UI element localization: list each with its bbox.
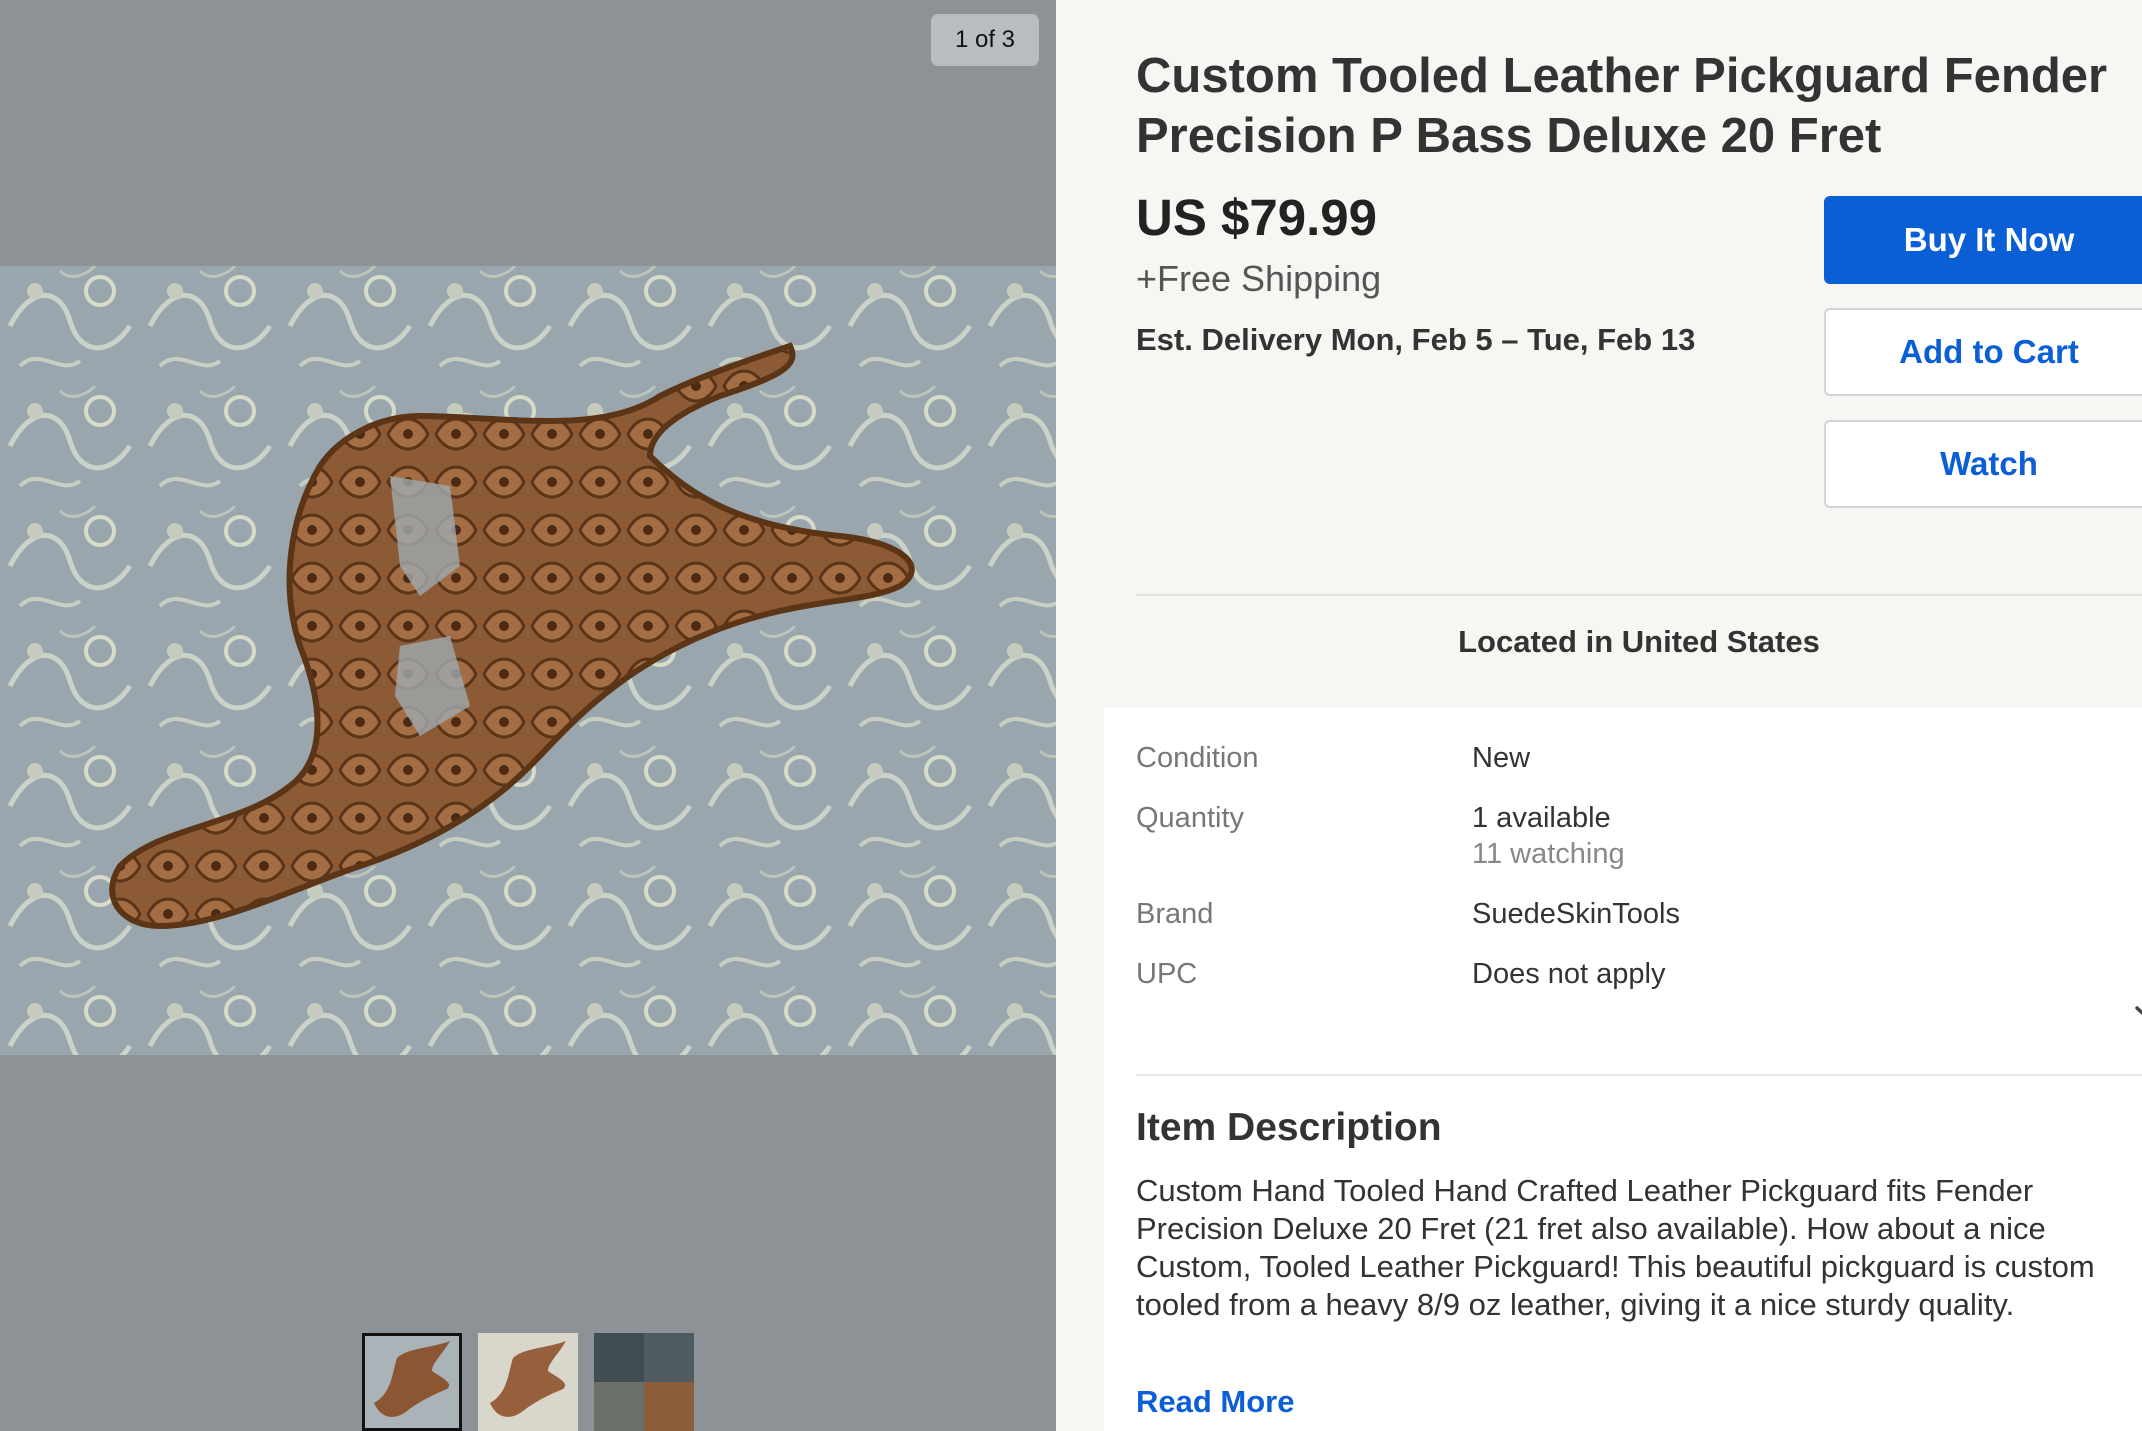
thumbnail-strip [362, 1333, 694, 1431]
image-gallery: 1 of 3 [0, 0, 1056, 1431]
item-location: Located in United States [1458, 624, 1820, 659]
chevron-down-icon[interactable] [2134, 1004, 2142, 1026]
listing-page: 1 of 3 Custom Tooled Leather Pickguard F… [0, 0, 2142, 1431]
thumbnail-3[interactable] [594, 1333, 694, 1431]
brand-value: SuedeSkinTools [1472, 898, 1680, 930]
shipping-info: +Free Shipping [1136, 258, 1382, 299]
brand-label: Brand [1136, 898, 1214, 930]
quantity-label: Quantity [1136, 802, 1244, 834]
buy-it-now-button[interactable]: Buy It Now [1824, 196, 2142, 284]
description-heading: Item Description [1136, 1106, 1442, 1149]
watching-count: 11 watching [1472, 838, 1625, 870]
image-counter: 1 of 3 [931, 14, 1039, 66]
main-product-photo[interactable] [0, 266, 1056, 1055]
upc-label: UPC [1136, 958, 1198, 990]
thumbnail-2[interactable] [478, 1333, 578, 1431]
watch-button[interactable]: Watch [1824, 420, 2142, 508]
divider [1136, 594, 2142, 596]
thumbnail-1[interactable] [362, 1333, 462, 1431]
read-more-link[interactable]: Read More [1136, 1384, 1294, 1420]
divider [1136, 1074, 2142, 1076]
upc-value: Does not apply [1472, 958, 1666, 990]
listing-title: Custom Tooled Leather Pickguard Fender P… [1136, 49, 2108, 163]
add-to-cart-button[interactable]: Add to Cart [1824, 308, 2142, 396]
delivery-estimate: Est. Delivery Mon, Feb 5 – Tue, Feb 13 [1136, 322, 1696, 357]
condition-value: New [1472, 742, 1531, 774]
description-text: Custom Hand Tooled Hand Crafted Leather … [1136, 1173, 2095, 1322]
price: US $79.99 [1136, 189, 1378, 246]
listing-panel: Custom Tooled Leather Pickguard Fender P… [1056, 0, 2142, 1431]
condition-label: Condition [1136, 742, 1259, 774]
item-specifics: Condition New Quantity 1 available 11 wa… [1104, 708, 2142, 1431]
quantity-value: 1 available [1472, 802, 1611, 834]
